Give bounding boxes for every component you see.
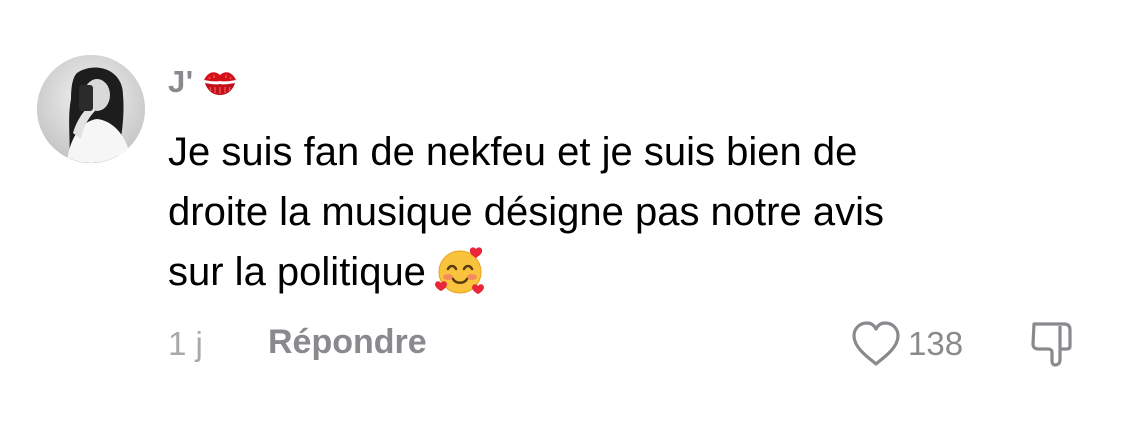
smiling-face-with-hearts-icon [434, 245, 486, 297]
comment-item: J' Je suis fan de nekfeu et je suis bien… [0, 0, 1125, 422]
username[interactable]: J' [168, 64, 194, 100]
like-count: 138 [908, 325, 964, 362]
comment-text-segment: sur la politique [168, 250, 426, 294]
username-row: J' [168, 58, 240, 106]
avatar-photo [37, 55, 145, 163]
like-button[interactable]: 138 [850, 318, 963, 370]
kiss-mark-icon [203, 72, 236, 95]
timestamp: 1 j [168, 325, 203, 362]
comment-text-line-last: sur la politique [168, 242, 1068, 302]
comment-text-line: droite la musique désigne pas notre avis [168, 190, 884, 234]
comment-text: Je suis fan de nekfeu et je suis bien de… [168, 122, 1068, 302]
thumbs-down-icon[interactable] [1028, 318, 1078, 368]
avatar[interactable] [37, 55, 145, 163]
reply-button[interactable]: Répondre [268, 323, 427, 362]
comment-text-line: Je suis fan de nekfeu et je suis bien de [168, 130, 858, 174]
heart-icon[interactable] [850, 320, 902, 368]
